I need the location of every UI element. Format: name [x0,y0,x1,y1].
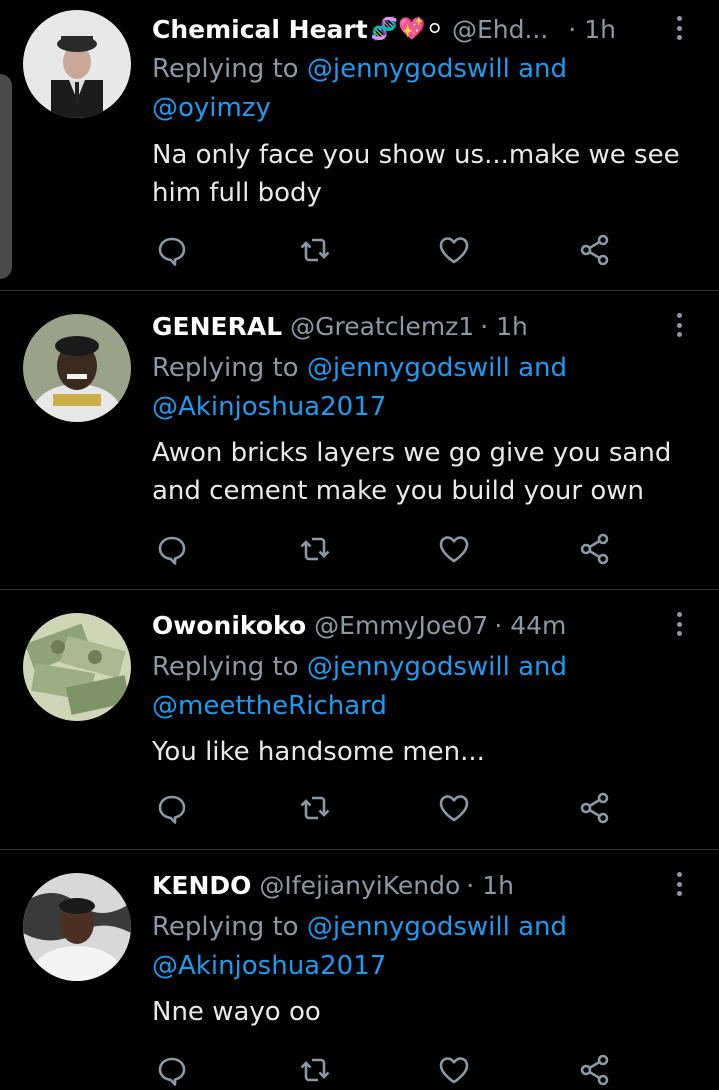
tweet-text: Nne wayo oo [152,997,321,1027]
name-emojis: 🧬💖⚪ [370,17,444,42]
tweet-text: Awon bricks layers we go give you sand a… [152,438,672,506]
replying-to: Replying to @jennygodswill and @oyimzy [152,54,568,123]
timestamp[interactable]: · 1h [466,868,514,904]
retweet-icon[interactable] [297,790,333,826]
tweet-1[interactable]: Chemical Heart 🧬💖⚪ @Ehd... · 1h Replying… [0,0,719,291]
replying-to: Replying to @jennygodswill and @meettheR… [152,652,568,721]
more-options-icon[interactable] [669,12,689,44]
share-icon[interactable] [577,790,613,826]
tweet-actions [152,790,622,826]
replying-to: Replying to @jennygodswill and @Akinjosh… [152,353,568,422]
avatar-image-man-in-suit [23,10,131,118]
tweet-actions [152,531,622,567]
avatar-image-man-white-shirt [23,873,131,981]
tweet-header: GENERAL @Greatclemz1 · 1h [152,307,672,347]
tweet-text: You like handsome men... [152,737,485,767]
reply-icon[interactable] [154,531,190,567]
display-name[interactable]: Owonikoko [152,608,306,644]
retweet-icon[interactable] [297,531,333,567]
share-icon[interactable] [577,232,613,268]
share-icon[interactable] [577,1052,613,1088]
more-options-icon[interactable] [669,868,689,900]
mention-link[interactable]: @jennygodswill [307,353,510,383]
mention-link[interactable]: @Akinjoshua2017 [152,392,386,422]
replying-to: Replying to @jennygodswill and @Akinjosh… [152,912,568,981]
display-name[interactable]: GENERAL [152,309,282,345]
mention-link[interactable]: @jennygodswill [307,912,510,942]
display-name[interactable]: KENDO [152,868,251,904]
tweet-3[interactable]: Owonikoko @EmmyJoe07 · 44m Replying to @… [0,590,719,850]
like-icon[interactable] [436,232,472,268]
avatar-image-money [23,613,131,721]
user-handle[interactable]: @Greatclemz1 [290,309,474,345]
avatar-image-smiling-man [23,314,131,422]
like-icon[interactable] [436,790,472,826]
share-icon[interactable] [577,531,613,567]
tweet-4[interactable]: KENDO @IfejianyiKendo · 1h Replying to @… [0,850,719,1090]
user-handle[interactable]: @Ehd... [452,12,548,48]
timestamp[interactable]: · 1h [568,12,616,48]
display-name[interactable]: Chemical Heart [152,12,368,48]
mention-link[interactable]: @Akinjoshua2017 [152,951,386,981]
like-icon[interactable] [436,531,472,567]
reply-icon[interactable] [154,790,190,826]
mention-link[interactable]: @jennygodswill [307,652,510,682]
timestamp[interactable]: · 1h [480,309,528,345]
tweet-actions [152,1052,622,1088]
avatar[interactable] [23,10,131,118]
tweet-header: KENDO @IfejianyiKendo · 1h [152,866,672,906]
tweet-actions [152,232,622,268]
avatar[interactable] [23,314,131,422]
tweet-text: Na only face you show us...make we see h… [152,140,680,208]
avatar[interactable] [23,613,131,721]
reply-icon[interactable] [154,1052,190,1088]
mention-link[interactable]: @jennygodswill [307,54,510,84]
reply-icon[interactable] [154,232,190,268]
more-options-icon[interactable] [669,309,689,341]
mention-link[interactable]: @meettheRichard [152,691,387,721]
retweet-icon[interactable] [297,232,333,268]
user-handle[interactable]: @IfejianyiKendo [259,868,460,904]
avatar[interactable] [23,873,131,981]
retweet-icon[interactable] [297,1052,333,1088]
mention-link[interactable]: @oyimzy [152,93,271,123]
more-options-icon[interactable] [669,608,689,640]
tweet-header: Owonikoko @EmmyJoe07 · 44m [152,606,672,646]
like-icon[interactable] [436,1052,472,1088]
tweet-header: Chemical Heart 🧬💖⚪ @Ehd... · 1h [152,10,672,50]
tweet-2[interactable]: GENERAL @Greatclemz1 · 1h Replying to @j… [0,291,719,590]
timestamp[interactable]: · 44m [494,608,566,644]
user-handle[interactable]: @EmmyJoe07 [314,608,488,644]
